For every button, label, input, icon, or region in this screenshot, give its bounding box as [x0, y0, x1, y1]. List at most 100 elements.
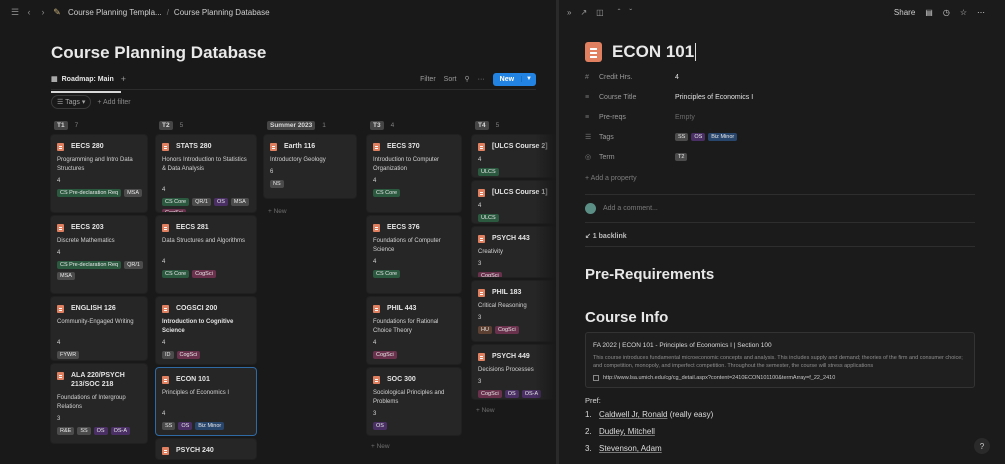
- instructor-link[interactable]: Caldwell Jr, Ronald: [599, 410, 667, 419]
- back-icon[interactable]: ‹: [22, 7, 36, 17]
- board-card[interactable]: PHIL 443 Foundations for Rational Choice …: [367, 297, 461, 364]
- more-button[interactable]: ···: [478, 76, 485, 83]
- divider: [585, 246, 975, 247]
- board-card[interactable]: EECS 203 Discrete Mathematics 4 CS Pre-decl…: [51, 216, 147, 293]
- view-tab-roadmap[interactable]: ▦ Roadmap: Main: [51, 75, 121, 93]
- board-card[interactable]: PSYCH 240: [156, 439, 256, 459]
- column-count: 1: [322, 121, 326, 129]
- property-row[interactable]: ☰ Tags SS OS Biz Minor: [585, 130, 985, 144]
- help-button[interactable]: ?: [974, 438, 990, 454]
- side-peek-icon[interactable]: ◫: [596, 8, 604, 17]
- document-icon: [585, 42, 602, 62]
- chevron-down-icon[interactable]: ˇ: [629, 8, 632, 17]
- breadcrumb: ☰ ‹ › ✎ Course Planning Templa... / Cour…: [0, 0, 556, 24]
- history-icon[interactable]: ◷: [943, 8, 950, 17]
- board-card[interactable]: SOC 300 Sociological Principles and Probl…: [367, 368, 461, 435]
- breadcrumb-parent[interactable]: Course Planning Templa...: [68, 8, 162, 17]
- new-button-label: New: [499, 75, 515, 83]
- instructor-note: (really easy): [667, 410, 714, 419]
- page-title[interactable]: ECON 101: [585, 42, 697, 62]
- column-header[interactable]: Summer 2023 1: [267, 119, 326, 131]
- tag-badge: OS: [178, 422, 193, 430]
- add-card-button[interactable]: + New: [371, 443, 390, 450]
- board-card[interactable]: EECS 370 Introduction to Computer Organiz…: [367, 135, 461, 212]
- card-title: ECON 101: [162, 375, 252, 384]
- property-value[interactable]: SS OS Biz Minor: [675, 133, 738, 141]
- board-card[interactable]: EECS 376 Foundations of Computer Science 4…: [367, 216, 461, 293]
- card-course-title: Sociological Principles and Problems: [373, 390, 445, 405]
- document-icon: [162, 224, 169, 232]
- property-value[interactable]: T2: [675, 153, 688, 161]
- instructor-link[interactable]: Dudley, Mitchell: [599, 427, 655, 436]
- card-title: EECS 281: [162, 223, 252, 232]
- board-card[interactable]: Earth 116 Introductory Geology 6 NS: [264, 135, 356, 198]
- sort-button[interactable]: Sort: [444, 76, 457, 83]
- board-card[interactable]: ENGLISH 126 Community-Engaged Writing 4 FYW…: [51, 297, 147, 360]
- add-card-button[interactable]: + New: [476, 407, 495, 414]
- comment-icon[interactable]: ▤: [925, 8, 933, 17]
- comment-placeholder: Add a comment...: [603, 205, 658, 212]
- forward-icon[interactable]: ›: [36, 7, 50, 17]
- property-value[interactable]: 4: [675, 74, 679, 81]
- card-code: STATS 280: [176, 143, 212, 150]
- card-credits: 4: [162, 259, 166, 265]
- column-header[interactable]: T4 5: [475, 119, 499, 131]
- column-header[interactable]: T1 7: [54, 119, 78, 131]
- add-view-button[interactable]: +: [121, 74, 126, 84]
- chevron-down-icon[interactable]: ▼: [521, 76, 536, 82]
- tag-badge: HU: [478, 326, 492, 334]
- tag-badge: OS: [213, 198, 228, 206]
- column-header[interactable]: T2 5: [159, 119, 183, 131]
- comment-box[interactable]: Add a comment...: [585, 203, 658, 214]
- tag-badge: CogSci: [192, 270, 216, 278]
- card-title: ENGLISH 126: [57, 304, 143, 313]
- property-row[interactable]: # Credit Hrs. 4: [585, 70, 985, 84]
- more-icon[interactable]: ⋯: [977, 8, 985, 17]
- card-credits: 4: [57, 250, 61, 256]
- tag-badge: NS: [270, 180, 284, 188]
- column-header[interactable]: T3 4: [370, 119, 394, 131]
- card-course-title: Foundations of Computer Science: [373, 238, 441, 253]
- menu-icon[interactable]: ☰: [8, 7, 22, 18]
- property-value[interactable]: Empty: [675, 114, 695, 121]
- property-row[interactable]: ≡ Pre-reqs Empty: [585, 110, 985, 124]
- board-card[interactable]: EECS 281 Data Structures and Algorithms 4 C…: [156, 216, 256, 293]
- expand-icon[interactable]: ↗: [580, 8, 587, 17]
- new-button[interactable]: New ▼: [492, 72, 536, 86]
- board-card[interactable]: COGSCI 200 Introduction to Cognitive Scie…: [156, 297, 256, 364]
- document-icon: [162, 305, 169, 313]
- course-info-bookmark[interactable]: FA 2022 | ECON 101 - Principles of Econo…: [585, 332, 975, 388]
- instructor-link[interactable]: Stevenson, Adam: [599, 444, 662, 453]
- page-title-text[interactable]: ECON 101: [612, 42, 694, 62]
- board-card[interactable]: ECON 101 Principles of Economics I 4 SS OS Bi…: [156, 368, 256, 435]
- document-icon: [478, 235, 485, 243]
- property-row[interactable]: ◎ Term T2: [585, 150, 985, 164]
- add-filter-button[interactable]: + Add filter: [97, 99, 130, 106]
- backlink-button[interactable]: ↙ 1 backlink: [585, 232, 627, 240]
- close-peek-icon[interactable]: »: [567, 8, 571, 17]
- tag-badge: MSA: [57, 272, 75, 280]
- tags-filter-pill[interactable]: ☰ Tags ▾: [51, 95, 92, 109]
- board-card[interactable]: STATS 280 Honors Introduction to Statisti…: [156, 135, 256, 212]
- card-tags: R&E SS OS OS-A: [57, 427, 143, 435]
- breadcrumb-current[interactable]: Course Planning Database: [174, 8, 270, 17]
- tag-badge: CogSci: [478, 390, 502, 398]
- link-icon: [593, 375, 599, 381]
- chevron-up-icon[interactable]: ˆ: [618, 8, 621, 17]
- filter-button[interactable]: Filter: [420, 76, 436, 83]
- share-button[interactable]: Share: [894, 8, 915, 17]
- search-icon[interactable]: ⚲: [465, 75, 470, 83]
- list-number: 2.: [585, 427, 592, 436]
- star-icon[interactable]: ☆: [960, 8, 967, 17]
- property-value[interactable]: Principles of Economics I: [675, 94, 753, 101]
- board-card[interactable]: EECS 280 Programming and Intro Data Struc…: [51, 135, 147, 212]
- bookmark-url-text: http://www.lsa.umich.edu/cg/cg_detail.as…: [603, 375, 836, 381]
- add-property-button[interactable]: + Add a property: [585, 175, 637, 182]
- document-icon: [373, 143, 380, 151]
- board-card[interactable]: ALA 220/PSYCH 213/SOC 218 Foundations of …: [51, 364, 147, 443]
- card-tags: SS OS Biz Minor: [162, 422, 252, 430]
- property-row[interactable]: ≡ Course Title Principles of Economics I: [585, 90, 985, 104]
- card-course-title: Foundations for Rational Choice Theory: [373, 319, 439, 334]
- add-card-button[interactable]: + New: [268, 208, 287, 215]
- bookmark-url[interactable]: http://www.lsa.umich.edu/cg/cg_detail.as…: [593, 375, 835, 381]
